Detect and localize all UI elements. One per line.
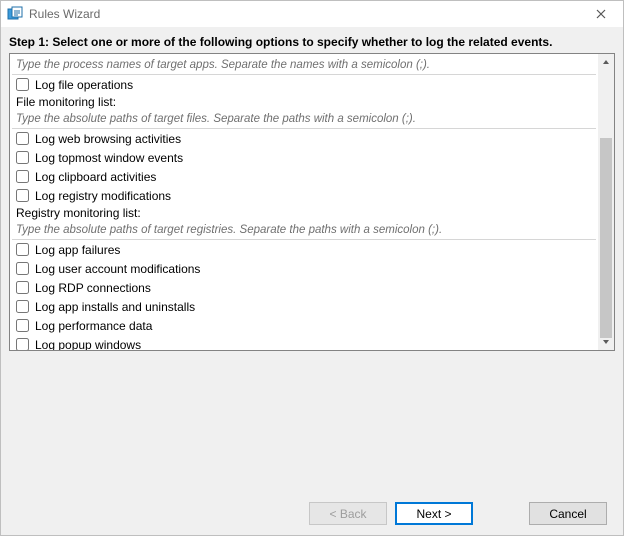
titlebar: Rules Wizard <box>1 1 623 27</box>
registry-paths-input[interactable] <box>12 221 596 240</box>
scroll-track[interactable] <box>598 70 614 334</box>
checkbox-log-registry-mods[interactable] <box>16 189 29 202</box>
checkbox-log-rdp[interactable] <box>16 281 29 294</box>
checkbox-log-topmost-window[interactable] <box>16 151 29 164</box>
label-log-app-failures: Log app failures <box>35 243 120 257</box>
file-monitoring-label: File monitoring list: <box>12 94 596 110</box>
checkbox-log-file-operations[interactable] <box>16 78 29 91</box>
checkbox-log-web-browsing[interactable] <box>16 132 29 145</box>
next-button[interactable]: Next > <box>395 502 473 525</box>
options-scroll[interactable]: Log file operations File monitoring list… <box>10 54 598 350</box>
label-log-user-account-mods: Log user account modifications <box>35 262 200 276</box>
step-heading: Step 1: Select one or more of the follow… <box>9 35 615 49</box>
option-row: Log file operations <box>12 75 596 94</box>
rules-wizard-window: Rules Wizard Step 1: Select one or more … <box>0 0 624 536</box>
option-row: Log app installs and uninstalls <box>12 297 596 316</box>
option-row: Log web browsing activities <box>12 129 596 148</box>
option-row: Log topmost window events <box>12 148 596 167</box>
label-log-topmost-window: Log topmost window events <box>35 151 183 165</box>
cancel-button[interactable]: Cancel <box>529 502 607 525</box>
app-icon <box>7 6 23 22</box>
checkbox-log-user-account-mods[interactable] <box>16 262 29 275</box>
checkbox-log-popup-windows[interactable] <box>16 338 29 350</box>
scroll-up-icon[interactable] <box>598 54 614 70</box>
label-log-web-browsing: Log web browsing activities <box>35 132 181 146</box>
option-row: Log app failures <box>12 240 596 259</box>
option-row: Log user account modifications <box>12 259 596 278</box>
checkbox-log-app-installs[interactable] <box>16 300 29 313</box>
option-row: Log RDP connections <box>12 278 596 297</box>
client-area: Step 1: Select one or more of the follow… <box>1 27 623 535</box>
back-button: < Back <box>309 502 387 525</box>
window-title: Rules Wizard <box>29 7 583 21</box>
option-row: Log performance data <box>12 316 596 335</box>
wizard-buttons: < Back Next > Cancel <box>9 496 615 525</box>
close-button[interactable] <box>583 3 619 25</box>
scroll-thumb[interactable] <box>600 138 612 338</box>
label-log-clipboard: Log clipboard activities <box>35 170 156 184</box>
label-log-popup-windows: Log popup windows <box>35 338 141 351</box>
registry-monitoring-label: Registry monitoring list: <box>12 205 596 221</box>
label-log-registry-mods: Log registry modifications <box>35 189 171 203</box>
label-log-performance: Log performance data <box>35 319 152 333</box>
file-paths-input[interactable] <box>12 110 596 129</box>
label-log-app-installs: Log app installs and uninstalls <box>35 300 195 314</box>
checkbox-log-clipboard[interactable] <box>16 170 29 183</box>
option-row: Log clipboard activities <box>12 167 596 186</box>
checkbox-log-app-failures[interactable] <box>16 243 29 256</box>
option-row: Log popup windows <box>12 335 596 350</box>
label-log-rdp: Log RDP connections <box>35 281 151 295</box>
options-list: Log file operations File monitoring list… <box>9 53 615 351</box>
label-log-file-operations: Log file operations <box>35 78 133 92</box>
checkbox-log-performance[interactable] <box>16 319 29 332</box>
scrollbar[interactable] <box>598 54 614 350</box>
process-names-input[interactable] <box>12 56 596 75</box>
option-row: Log registry modifications <box>12 186 596 205</box>
